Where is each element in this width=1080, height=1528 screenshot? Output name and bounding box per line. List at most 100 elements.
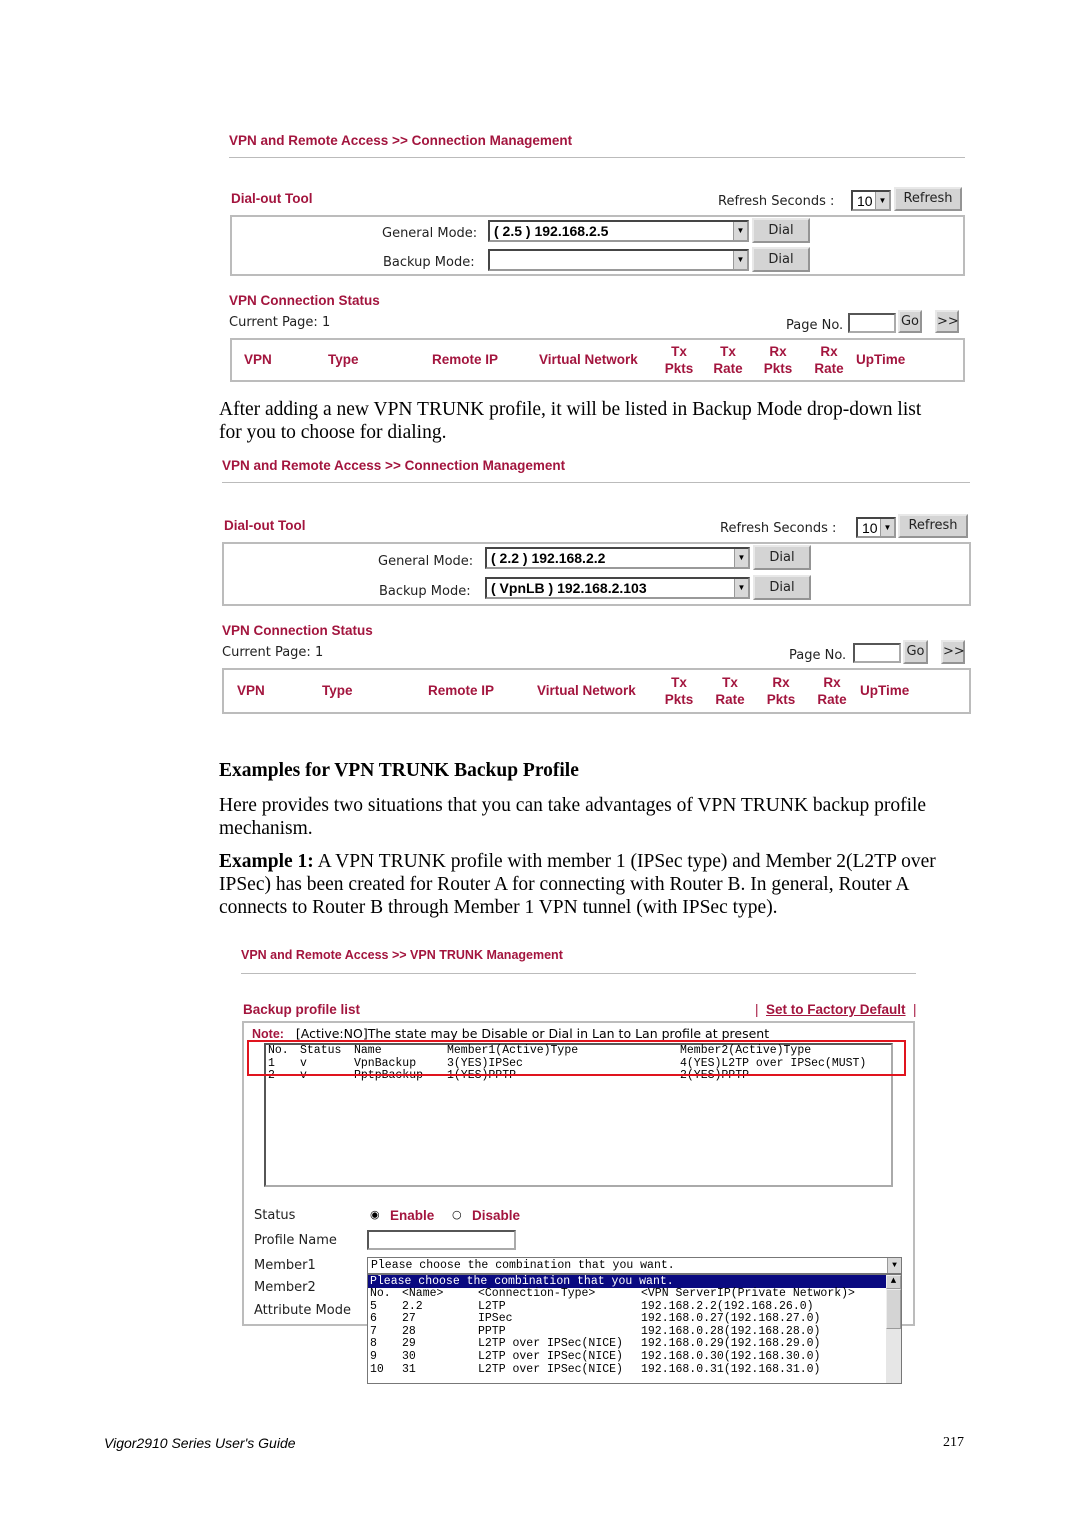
scroll-thumb[interactable] — [886, 1289, 901, 1329]
col-tx-rate: Tx Rate — [715, 675, 745, 707]
col-remote-ip: Remote IP — [432, 352, 499, 367]
dial-general-button[interactable]: Dial — [753, 545, 811, 570]
current-page: Current Page: 1 — [222, 645, 324, 660]
backup-list-title: Backup profile list — [243, 1002, 361, 1017]
col-remote-ip: Remote IP — [428, 683, 495, 698]
cell: <Connection-Type> — [478, 1287, 596, 1300]
chevron-down-icon: ▼ — [880, 519, 894, 536]
profile-name-input[interactable] — [367, 1230, 516, 1250]
cell: 192.168.0.27(192.168.27.0) — [641, 1312, 821, 1326]
member1-select[interactable]: Please choose the combination that you w… — [367, 1257, 902, 1274]
general-mode-value: ( 2.2 ) 192.168.2.2 — [491, 550, 606, 566]
go-button[interactable]: Go — [903, 640, 928, 664]
col-uptime: UpTime — [856, 352, 906, 367]
current-page: Current Page: 1 — [229, 315, 331, 330]
backup-mode-select[interactable]: ( VpnLB ) 192.168.2.103 ▼ — [485, 577, 750, 599]
cell: 10 — [370, 1362, 384, 1376]
attribute-mode-label: Attribute Mode — [254, 1303, 351, 1318]
dropdown-option[interactable]: 8 29 L2TP over IPSec(NICE) 192.168.0.29(192… — [368, 1338, 901, 1351]
page-no-label: Page No. — [789, 648, 847, 663]
status-label: Status — [254, 1208, 296, 1223]
col-type: Type — [328, 352, 359, 367]
member1-dropdown-list[interactable]: Please choose the combination that you w… — [367, 1274, 902, 1384]
member1-label: Member1 — [254, 1258, 316, 1273]
col-type: Type — [322, 683, 353, 698]
backup-mode-value: ( VpnLB ) 192.168.2.103 — [491, 580, 647, 596]
dropdown-scrollbar[interactable]: ▲ — [886, 1275, 901, 1383]
page-no-input[interactable] — [853, 643, 901, 663]
dropdown-option[interactable]: 7 28 PPTP 192.168.0.28(192.168.28.0) — [368, 1325, 901, 1339]
cell: No. — [370, 1287, 391, 1300]
page-number: 217 — [943, 1435, 964, 1450]
col-vpn: VPN — [237, 683, 265, 698]
vpn-status-title: VPN Connection Status — [222, 623, 373, 638]
general-mode-label: General Mode: — [382, 226, 478, 241]
dropdown-option[interactable]: 5 2.2 L2TP 192.168.2.2(192.168.26.0) — [368, 1300, 901, 1314]
general-mode-select[interactable]: ( 2.5 ) 192.168.2.5 ▼ — [488, 220, 749, 242]
breadcrumb: VPN and Remote Access >> Connection Mana… — [229, 133, 573, 148]
dropdown-option[interactable]: No. <Name> <Connection-Type> <VPN ServerIP(… — [368, 1287, 901, 1301]
enable-label: Enable — [390, 1208, 435, 1223]
backup-mode-select[interactable]: ▼ — [488, 249, 749, 271]
dial-general-button[interactable]: Dial — [752, 218, 810, 243]
vpn-status-title: VPN Connection Status — [229, 293, 380, 308]
col-tx-rate: Tx Rate — [713, 344, 743, 376]
refresh-button[interactable]: Refresh — [898, 514, 968, 538]
refresh-seconds-select[interactable]: 10 ▼ — [851, 190, 891, 211]
cell: L2TP over IPSec(NICE) — [478, 1362, 623, 1376]
breadcrumb: VPN and Remote Access >> Connection Mana… — [222, 458, 566, 473]
disable-label: Disable — [472, 1208, 521, 1223]
refresh-value: 10 — [857, 193, 873, 209]
chevron-down-icon: ▼ — [734, 579, 748, 597]
refresh-label: Refresh Seconds : — [718, 194, 835, 209]
backup-mode-label: Backup Mode: — [383, 255, 475, 270]
dropdown-option[interactable]: 9 30 L2TP over IPSec(NICE) 192.168.0.30(192… — [368, 1349, 901, 1364]
paragraph: for you to choose for dialing. — [219, 422, 447, 443]
next-page-button[interactable]: >> — [935, 310, 959, 333]
col-rx-rate: Rx Rate — [814, 344, 844, 376]
divider — [241, 973, 916, 974]
cell: 27 — [402, 1312, 416, 1326]
cell: 31 — [402, 1362, 416, 1376]
profile-name-label: Profile Name — [254, 1233, 337, 1248]
col-tx-pkts: Tx Pkts — [664, 675, 694, 707]
refresh-seconds-select[interactable]: 10 ▼ — [856, 517, 896, 538]
page-no-label: Page No. — [786, 318, 844, 333]
dialout-title: Dial-out Tool — [224, 518, 306, 533]
scroll-up-icon[interactable]: ▲ — [886, 1275, 901, 1289]
backup-mode-label: Backup Mode: — [379, 584, 471, 599]
paragraph: Here provides two situations that you ca… — [219, 795, 927, 816]
col-vpn: VPN — [244, 352, 272, 367]
divider — [222, 482, 970, 483]
go-button[interactable]: Go — [898, 310, 922, 333]
radio-disable[interactable]: ○ — [452, 1208, 462, 1221]
example-label: Example 1: — [219, 851, 314, 872]
next-page-button[interactable]: >> — [941, 640, 965, 664]
factory-default-link[interactable]: Set to Factory Default — [766, 1002, 906, 1017]
paragraph: connects to Router B through Member 1 VP… — [219, 897, 778, 918]
dial-backup-button[interactable]: Dial — [753, 575, 811, 600]
cell: 9 — [370, 1349, 377, 1363]
dropdown-option[interactable]: 6 27 IPSec 192.168.0.27(192.168.27.0) — [368, 1313, 901, 1326]
cell: <Name> — [402, 1287, 444, 1300]
section-heading: Examples for VPN TRUNK Backup Profile — [219, 760, 579, 781]
highlight-callout — [247, 1040, 906, 1076]
general-mode-label: General Mode: — [378, 554, 474, 569]
cell: 192.168.0.30(192.168.30.0) — [641, 1349, 821, 1363]
chevron-down-icon: ▼ — [733, 251, 747, 269]
paragraph: After adding a new VPN TRUNK profile, it… — [219, 399, 922, 420]
dropdown-option[interactable]: 10 31 L2TP over IPSec(NICE) 192.168.0.31(19… — [368, 1362, 901, 1377]
note-text: [Active:NO]The state may be Disable or D… — [295, 1026, 770, 1041]
footer-guide-title: Vigor2910 Series User's Guide — [104, 1435, 296, 1451]
refresh-button[interactable]: Refresh — [894, 187, 962, 211]
dial-backup-button[interactable]: Dial — [752, 247, 810, 272]
radio-enable[interactable]: ◉ — [370, 1208, 380, 1221]
member1-value: Please choose the combination that you w… — [371, 1259, 675, 1272]
col-virtual-network: Virtual Network — [537, 683, 636, 698]
chevron-down-icon: ▼ — [734, 549, 748, 567]
general-mode-select[interactable]: ( 2.2 ) 192.168.2.2 ▼ — [485, 547, 750, 569]
paragraph: Example 1: A VPN TRUNK profile with memb… — [219, 851, 936, 873]
cell: 192.168.0.31(192.168.31.0) — [641, 1362, 821, 1376]
member2-label: Member2 — [254, 1280, 316, 1295]
page-no-input[interactable] — [848, 313, 896, 333]
